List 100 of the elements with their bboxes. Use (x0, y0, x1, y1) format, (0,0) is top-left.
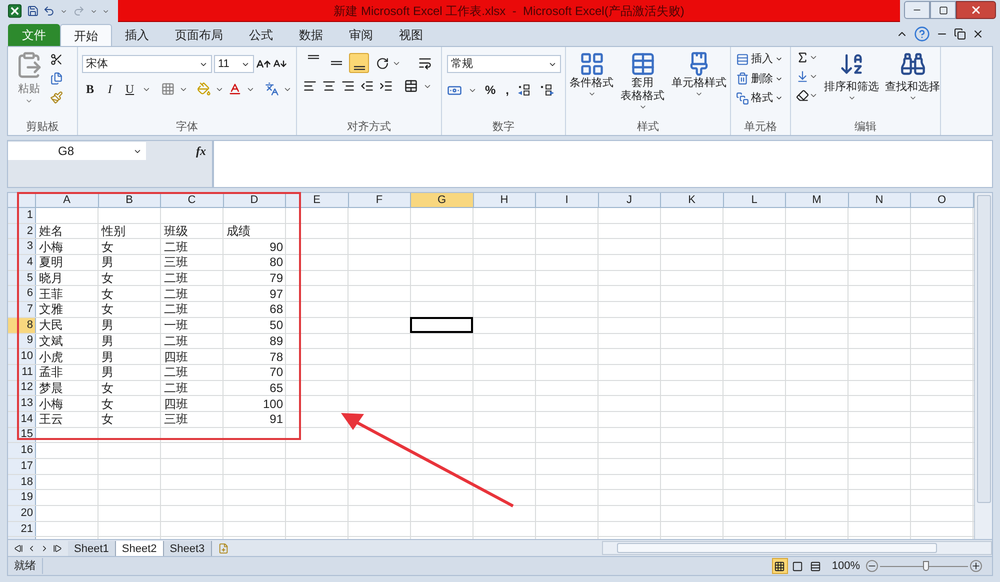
row-header[interactable]: 6 (8, 286, 36, 302)
editing-button[interactable]: 排序和筛选 (824, 51, 879, 119)
ribbon-tab[interactable]: 页面布局 (162, 24, 236, 46)
number-format-field[interactable]: 常规 (447, 55, 561, 73)
ribbon-tab[interactable]: 视图 (386, 24, 436, 46)
zoom-slider[interactable] (880, 561, 968, 571)
merge-cells-icon[interactable] (404, 79, 418, 93)
next-sheet-icon[interactable] (40, 544, 49, 552)
row-header[interactable]: 19 (8, 490, 36, 506)
clear-icon[interactable] (796, 89, 809, 102)
ribbon-tab[interactable]: 审阅 (336, 24, 386, 46)
phonetic-icon[interactable] (265, 82, 280, 96)
borders-icon[interactable] (160, 82, 175, 96)
row-header[interactable]: 17 (8, 459, 36, 474)
help-icon[interactable] (914, 26, 930, 42)
undo-icon[interactable] (43, 4, 56, 18)
bold-button[interactable]: B (82, 81, 98, 97)
first-sheet-icon[interactable] (14, 544, 23, 552)
save-icon[interactable] (26, 4, 38, 18)
style-button[interactable]: 条件格式 (570, 51, 614, 119)
column-header[interactable]: J (598, 193, 661, 207)
orientation-icon[interactable] (376, 56, 389, 70)
row-header[interactable]: 7 (8, 302, 36, 317)
formula-input[interactable] (213, 140, 993, 188)
zoom-in-icon[interactable] (970, 560, 982, 572)
underline-button[interactable]: U (122, 81, 138, 97)
column-header[interactable]: H (474, 193, 536, 207)
editing-button[interactable]: 查找和选择 (885, 51, 940, 119)
row-header[interactable]: 13 (8, 396, 36, 411)
sheet-tab[interactable]: Sheet1 (68, 540, 116, 556)
decrease-decimal-icon[interactable] (539, 83, 556, 97)
style-button[interactable]: 套用 表格格式 (620, 51, 664, 119)
style-button[interactable]: 单元格样式 (672, 51, 726, 119)
table-cell-text: 四班 (163, 350, 189, 363)
column-header[interactable]: A (36, 193, 98, 207)
row-header[interactable]: 18 (8, 474, 36, 490)
sheet-tab[interactable]: Sheet2 (116, 540, 164, 556)
row-header[interactable]: 4 (8, 255, 36, 270)
font-name-field[interactable]: 宋体 (82, 55, 212, 73)
insert-function-button[interactable]: fx (196, 142, 206, 160)
column-header[interactable]: I (536, 193, 598, 207)
sheet-tab[interactable]: Sheet3 (164, 540, 212, 556)
column-header[interactable]: D (224, 193, 286, 207)
column-header[interactable]: G (411, 193, 474, 207)
ribbon-tab[interactable]: 数据 (286, 24, 336, 46)
restore-icon[interactable] (954, 28, 966, 40)
format-painter-icon[interactable] (50, 91, 63, 104)
row-header[interactable]: 16 (8, 443, 36, 458)
zoom-slider-thumb[interactable] (922, 561, 929, 571)
increase-indent-icon[interactable] (379, 79, 393, 93)
cells-button[interactable]: 删除 (736, 70, 790, 87)
row-header[interactable]: 21 (8, 522, 36, 536)
italic-button[interactable]: I (102, 81, 118, 97)
table-cell-text: 孟非 (38, 366, 64, 378)
name-box[interactable]: G8 (8, 142, 146, 160)
column-header[interactable]: C (161, 193, 224, 207)
paste-button[interactable]: 粘贴 (12, 51, 46, 119)
column-header[interactable]: N (848, 193, 911, 207)
zoom-out-icon[interactable] (866, 560, 878, 572)
zoom-level[interactable]: 100% (826, 558, 866, 574)
font-size-field[interactable]: 11 (214, 55, 254, 73)
cells-button[interactable]: 格式 (736, 90, 790, 106)
app-logo-icon[interactable] (8, 3, 22, 19)
cut-icon[interactable] (50, 53, 63, 66)
row-header[interactable]: 1 (8, 208, 36, 223)
column-header[interactable]: M (786, 193, 848, 207)
ribbon-tab[interactable]: 插入 (112, 24, 162, 46)
row-header[interactable]: 10 (8, 349, 36, 364)
horizontal-scrollbar[interactable] (602, 541, 992, 555)
sum-icon[interactable] (796, 51, 809, 64)
maximize-button[interactable] (930, 1, 956, 19)
align-center-icon[interactable] (322, 79, 336, 93)
fill-color-icon[interactable] (197, 82, 212, 96)
number-style-button[interactable]: % (483, 81, 498, 99)
align-right-icon[interactable] (341, 79, 355, 93)
close-button[interactable] (956, 1, 996, 19)
view-button[interactable] (772, 558, 788, 574)
align-left-icon[interactable] (303, 79, 317, 93)
previous-sheet-icon[interactable] (27, 544, 36, 552)
ribbon-tab[interactable]: 开始 (60, 24, 112, 46)
column-header[interactable]: K (661, 193, 724, 207)
fill-icon[interactable] (796, 70, 809, 83)
copy-icon[interactable] (50, 72, 63, 85)
vertical-align-button[interactable] (349, 53, 369, 73)
row-header[interactable]: 3 (8, 239, 36, 254)
font-color-icon[interactable] (228, 82, 242, 96)
row-header[interactable]: 20 (8, 506, 36, 521)
number-style-button[interactable]: , (504, 81, 512, 99)
last-sheet-icon[interactable] (53, 544, 62, 552)
ribbon-tab[interactable]: 公式 (236, 24, 286, 46)
close-icon[interactable] (972, 28, 984, 40)
column-header[interactable]: L (724, 193, 786, 207)
column-header[interactable]: B (98, 193, 161, 207)
cells-button[interactable]: 插入 (736, 51, 790, 68)
insert-sheet-icon[interactable] (218, 542, 229, 554)
column-header[interactable]: E (286, 193, 348, 207)
decrease-indent-icon[interactable] (360, 79, 374, 93)
wrap-text-icon[interactable] (418, 56, 432, 70)
vertical-scrollbar[interactable] (974, 193, 992, 539)
file-tab[interactable]: 文件 (8, 24, 60, 46)
